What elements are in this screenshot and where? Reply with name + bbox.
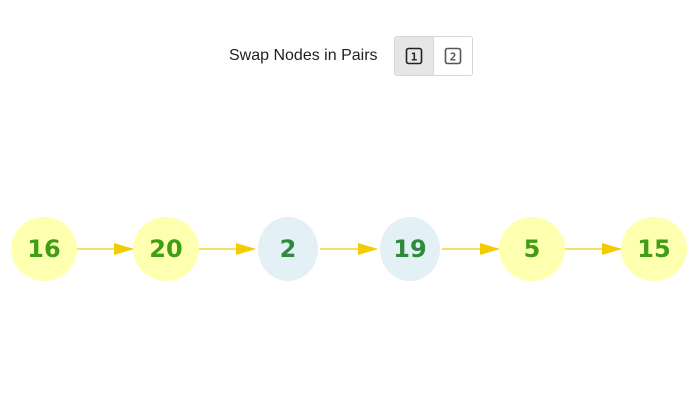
list-node: 5 (499, 217, 565, 281)
list-node-value: 2 (280, 235, 297, 263)
list-node: 15 (621, 217, 687, 281)
list-node-value: 5 (524, 235, 541, 263)
list-node-value: 20 (149, 235, 182, 263)
list-node: 19 (380, 217, 440, 281)
list-node-value: 15 (637, 235, 670, 263)
list-node: 2 (258, 217, 318, 281)
list-node-value: 19 (393, 235, 426, 263)
list-node-value: 16 (27, 235, 60, 263)
stage: Swap Nodes in Pairs 1 2 16 20 2 19 5 15 (0, 0, 700, 400)
linked-list-graph: 16 20 2 19 5 15 (11, 217, 687, 281)
list-node: 16 (11, 217, 77, 281)
list-node: 20 (133, 217, 199, 281)
